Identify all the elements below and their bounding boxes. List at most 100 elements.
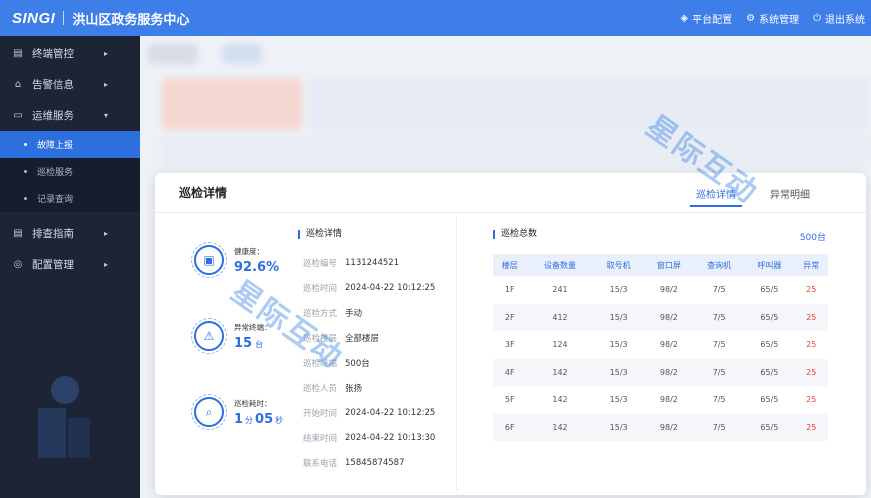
detail-key: 联系电话 xyxy=(303,458,338,469)
health-stat: ▣ 健康度： 92.6% xyxy=(191,242,280,278)
subitem-label: 故障上报 xyxy=(37,141,74,151)
detail-row: 巡检时间 2024-04-22 10:12:25 xyxy=(303,275,435,300)
bullet-icon xyxy=(24,170,27,173)
table-row: 3F 124 15/3 98/2 7/5 65/5 25 xyxy=(493,331,828,359)
table-cell: 124 xyxy=(552,340,568,350)
table-cell: 1F xyxy=(504,285,515,295)
logo-divider xyxy=(63,11,65,25)
alarm-icon: ⌂ xyxy=(14,79,22,90)
modal-header: 巡检详情 巡检详情 异常明细 xyxy=(155,173,866,213)
sidebar-subitem-records[interactable]: 记录查询 xyxy=(0,185,140,212)
detail-row: 巡检方式 手动 xyxy=(303,300,435,325)
subitem-label: 记录查询 xyxy=(37,195,74,205)
terminal-icon: ▤ xyxy=(13,48,23,59)
duration-minute-unit: 分 xyxy=(245,415,254,425)
detail-value: 15845874587 xyxy=(345,457,405,468)
table-cell: 65/5 xyxy=(760,285,779,295)
logout-button[interactable]: ⏻ 退出系统 xyxy=(813,11,865,26)
table-cell: 98/2 xyxy=(643,303,694,331)
config-icon: ◎ xyxy=(13,259,23,270)
top-bar: SINGI 洪山区政务服务中心 ◈ 平台配置 ⚙ 系统管理 ⏻ 退出系统 xyxy=(0,0,871,36)
sidebar-item-label: 告警信息 xyxy=(32,79,74,91)
floor-inspection-table: 楼层 设备数量 取号机 窗口屏 查询机 呼叫器 异常 1F 241 15/3 9… xyxy=(493,254,828,441)
column-header: 查询机 xyxy=(694,254,745,276)
table-cell: 15/3 xyxy=(609,285,628,295)
table-cell: 15/3 xyxy=(593,303,644,331)
sidebar-subitem-fault-report[interactable]: 故障上报 xyxy=(0,131,140,158)
detail-key: 巡检人员 xyxy=(303,383,338,394)
column-header: 呼叫器 xyxy=(744,254,795,276)
blur-card-red xyxy=(162,78,302,130)
table-cell: 2F xyxy=(493,303,527,331)
system-settings-button[interactable]: ⚙ 系统管理 xyxy=(746,11,799,26)
blur-filter-row xyxy=(162,136,870,166)
detail-row: 结束时间 2024-04-22 10:13:30 xyxy=(303,425,435,450)
blur-tag xyxy=(222,44,262,64)
table-cell: 5F xyxy=(504,395,515,405)
chevron-right-icon: ▸ xyxy=(103,260,108,269)
sidebar-item-label: 终端管控 xyxy=(32,48,74,60)
table-cell: 241 xyxy=(552,285,568,295)
table-cell: 15/3 xyxy=(593,413,644,441)
detail-key: 巡检时间 xyxy=(303,283,338,294)
sidebar-item-maintenance[interactable]: ▭ 运维服务 ▾ xyxy=(0,100,140,131)
table-row: 4F 142 15/3 98/2 7/5 65/5 25 xyxy=(493,358,828,386)
sidebar-decoration-illustration xyxy=(38,376,90,458)
detail-row: 巡检编号 1131244521 xyxy=(303,250,435,275)
abnormal-label: 异常终端： xyxy=(234,322,272,332)
detail-key: 巡检终端 xyxy=(303,358,338,369)
abnormal-cell: 25 xyxy=(794,413,828,441)
system-settings-label: 系统管理 xyxy=(759,14,800,26)
chevron-down-icon: ▾ xyxy=(103,111,108,120)
table-cell: 15/3 xyxy=(609,395,628,405)
sidebar-item-label: 排查指南 xyxy=(32,228,74,240)
sidebar-item-label: 配置管理 xyxy=(32,259,74,271)
system-settings-icon: ⚙ xyxy=(746,12,756,24)
column-divider xyxy=(456,216,457,491)
sidebar-subitem-inspection[interactable]: 巡检服务 xyxy=(0,158,140,185)
platform-config-label: 平台配置 xyxy=(692,14,733,26)
platform-config-icon: ◈ xyxy=(680,12,689,24)
sidebar-item-troubleshooting[interactable]: ▤ 排查指南 ▸ xyxy=(0,218,140,249)
detail-value: 全部楼层 xyxy=(345,333,380,344)
table-cell: 7/5 xyxy=(694,413,745,441)
sidebar-item-config[interactable]: ◎ 配置管理 ▸ xyxy=(0,249,140,280)
table-cell: 7/5 xyxy=(712,395,726,405)
sidebar-item-label: 运维服务 xyxy=(32,110,74,122)
sidebar-item-terminal-control[interactable]: ▤ 终端管控 ▸ xyxy=(0,38,140,69)
table-row: 5F 142 15/3 98/2 7/5 65/5 25 xyxy=(493,386,828,414)
chevron-right-icon: ▸ xyxy=(103,80,108,89)
tab-inspection-detail[interactable]: 巡检详情 xyxy=(690,173,742,213)
table-cell: 6F xyxy=(493,413,527,441)
abnormal-cell: 25 xyxy=(806,340,817,350)
detail-key: 巡检方式 xyxy=(303,308,338,319)
detail-value: 张扬 xyxy=(345,383,363,394)
modal-title: 巡检详情 xyxy=(179,186,228,200)
bullet-icon xyxy=(24,143,27,146)
detail-key: 开始时间 xyxy=(303,408,338,419)
tab-abnormal-detail[interactable]: 异常明细 xyxy=(770,173,810,213)
table-cell: 65/5 xyxy=(760,395,779,405)
detail-row: 开始时间 2024-04-22 10:12:25 xyxy=(303,400,435,425)
total-count: 500台 xyxy=(799,233,826,243)
blur-breadcrumb xyxy=(148,44,198,64)
detail-row: 联系电话 15845874587 xyxy=(303,450,435,475)
detail-key: 巡检楼层 xyxy=(303,333,338,344)
duration-label: 巡检耗时： xyxy=(234,398,272,408)
table-cell: 4F xyxy=(493,358,527,386)
detail-key: 巡检编号 xyxy=(303,258,338,269)
abnormal-value-wrap: 15 台 xyxy=(234,336,272,351)
abnormal-cell: 25 xyxy=(794,303,828,331)
bullet-icon xyxy=(24,197,27,200)
table-cell: 98/2 xyxy=(659,395,678,405)
table-cell: 412 xyxy=(526,303,594,331)
platform-config-button[interactable]: ◈ 平台配置 xyxy=(680,11,732,26)
monitor-health-icon: ▣ xyxy=(191,242,227,278)
chevron-right-icon: ▸ xyxy=(103,49,108,58)
detail-row: 巡检终端 500台 xyxy=(303,350,435,375)
detail-value: 500台 xyxy=(345,358,370,369)
detail-section-title: 巡检详情 xyxy=(298,230,342,239)
health-value: 92.6% xyxy=(234,259,280,275)
table-header-row: 楼层 设备数量 取号机 窗口屏 查询机 呼叫器 异常 xyxy=(493,254,828,276)
sidebar-item-alarm-info[interactable]: ⌂ 告警信息 ▸ xyxy=(0,69,140,100)
